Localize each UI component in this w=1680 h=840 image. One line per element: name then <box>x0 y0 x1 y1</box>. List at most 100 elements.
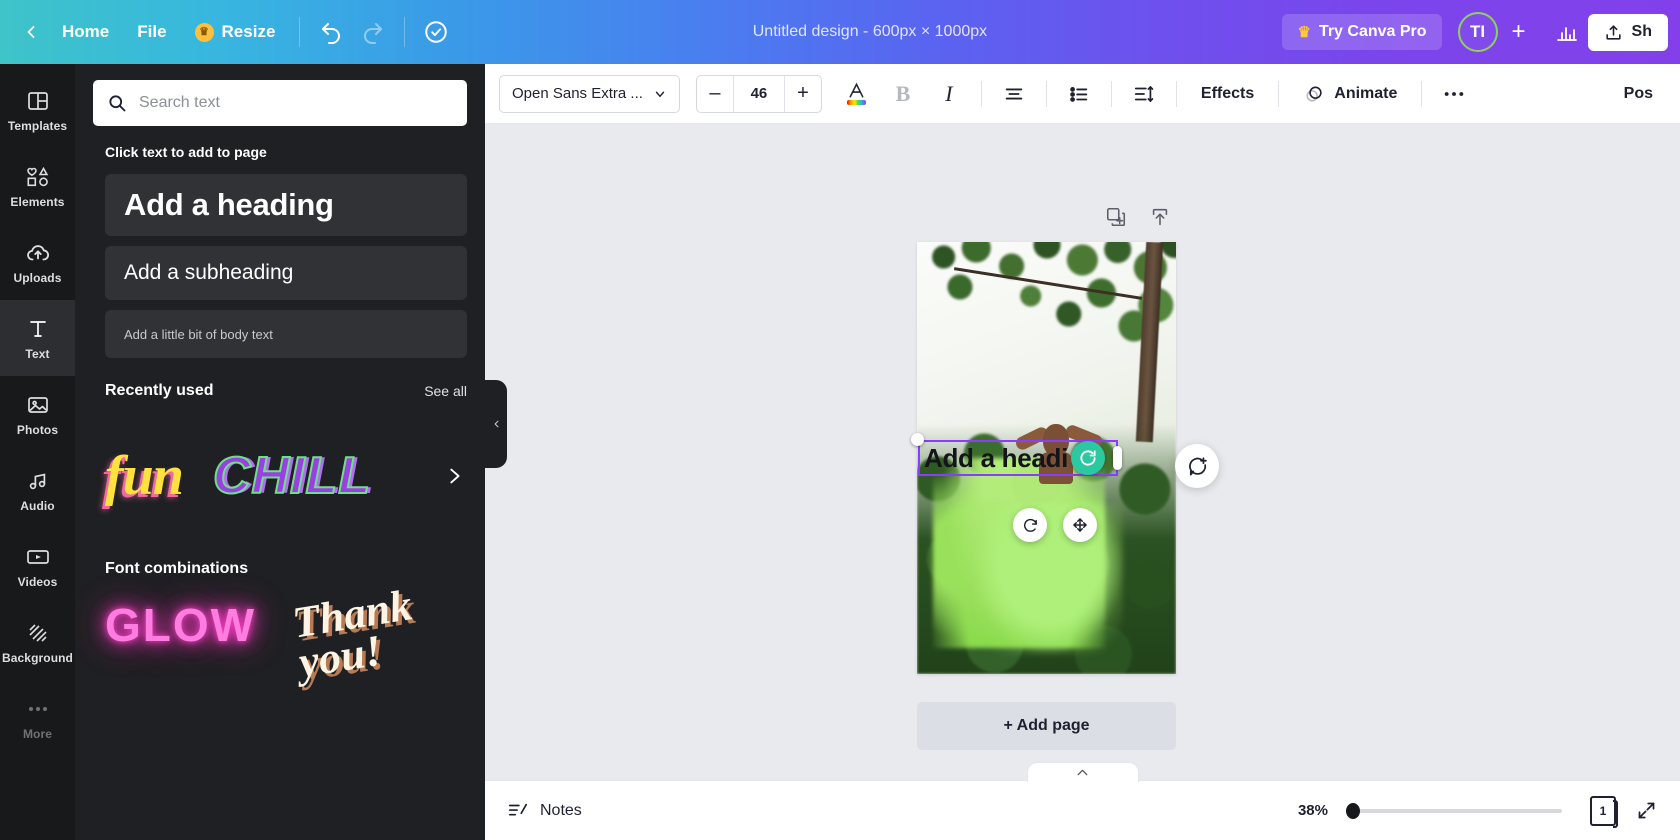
toolbar-separator-2 <box>1046 81 1047 107</box>
add-page-icon[interactable] <box>1149 206 1171 228</box>
sidebar-item-more[interactable]: More <box>0 680 75 756</box>
notes-icon <box>507 800 529 822</box>
panel-collapse-handle[interactable] <box>485 380 507 468</box>
canvas-area[interactable]: Add a headi + <box>485 124 1680 794</box>
recent-item-fun[interactable]: fun <box>105 444 183 508</box>
add-heading-label: Add a heading <box>124 187 334 223</box>
line-spacing-button[interactable] <box>1123 73 1165 115</box>
effects-button[interactable]: Effects <box>1188 76 1267 112</box>
see-all-link[interactable]: See all <box>424 383 467 399</box>
search-wrapper <box>75 64 485 126</box>
bold-button[interactable]: B <box>882 73 924 115</box>
toolbar-separator-1 <box>981 81 982 107</box>
duplicate-page-icon[interactable] <box>1105 206 1127 228</box>
add-page-label: + Add page <box>1003 717 1089 735</box>
bullet-list-icon <box>1068 83 1090 105</box>
plus-icon[interactable]: + <box>1502 15 1536 49</box>
combo-item-thankyou[interactable]: Thank you! <box>290 574 485 684</box>
recently-used-row: fun CHILL <box>75 416 485 536</box>
text-color-button[interactable] <box>836 73 878 115</box>
recently-used-header: Recently used See all <box>75 358 485 400</box>
animate-circles-icon <box>1303 83 1325 105</box>
resize-label: Resize <box>222 22 276 42</box>
floating-element-tools <box>1013 508 1097 542</box>
sidebar-label: Text <box>25 347 49 361</box>
sidebar-item-audio[interactable]: Audio <box>0 452 75 528</box>
sidebar-item-text[interactable]: Text <box>0 300 75 376</box>
italic-button[interactable]: I <box>928 73 970 115</box>
try-canva-pro-button[interactable]: ♛ Try Canva Pro <box>1282 14 1441 50</box>
align-center-icon <box>1003 83 1025 105</box>
resize-button[interactable]: ♛ Resize <box>181 14 290 50</box>
bullet-list-button[interactable] <box>1058 73 1100 115</box>
bold-label: B <box>896 81 911 107</box>
add-subheading-card[interactable]: Add a subheading <box>105 246 467 300</box>
add-subheading-label: Add a subheading <box>124 261 293 285</box>
font-family-select[interactable]: Open Sans Extra ... <box>499 75 680 113</box>
toolbar-separator-6 <box>1421 81 1422 107</box>
move-button[interactable] <box>1063 508 1097 542</box>
ellipsis-icon <box>1443 90 1465 98</box>
search-box[interactable] <box>93 80 467 126</box>
add-page-button[interactable]: + Add page <box>917 702 1176 750</box>
avatar-initials: TI <box>1470 22 1485 42</box>
font-size-increase-button[interactable]: + <box>785 76 821 112</box>
sidebar-label: Elements <box>10 195 64 209</box>
animate-button[interactable]: Animate <box>1290 74 1410 114</box>
chevron-left-icon[interactable] <box>14 15 48 49</box>
more-options-button[interactable] <box>1433 73 1475 115</box>
combo-item-glow[interactable]: GLOW <box>105 598 256 652</box>
sidebar-label: More <box>23 727 52 741</box>
sidebar-item-background[interactable]: Background <box>0 604 75 680</box>
toolbar-separator-3 <box>1111 81 1112 107</box>
sidebar-item-photos[interactable]: Photos <box>0 376 75 452</box>
zoom-slider[interactable] <box>1350 809 1562 813</box>
resize-handle-top-left[interactable] <box>911 433 924 446</box>
chevron-right-icon[interactable] <box>439 461 469 491</box>
sidebar-item-uploads[interactable]: Uploads <box>0 224 75 300</box>
search-input[interactable] <box>139 94 453 112</box>
font-size-decrease-button[interactable]: – <box>697 76 733 112</box>
toolbar-separator-5 <box>1278 81 1279 107</box>
cloud-check-icon[interactable] <box>415 11 457 53</box>
add-body-text-card[interactable]: Add a little bit of body text <box>105 310 467 358</box>
avatar[interactable]: TI <box>1458 12 1498 52</box>
elements-icon <box>25 164 51 190</box>
pages-icon[interactable]: 1 <box>1590 796 1616 826</box>
file-menu-button[interactable]: File <box>123 14 180 50</box>
upload-icon <box>1604 23 1623 42</box>
bar-chart-icon[interactable] <box>1546 11 1588 53</box>
add-heading-card[interactable]: Add a heading <box>105 174 467 236</box>
redo-arrow-icon[interactable] <box>352 11 394 53</box>
notes-button[interactable]: Notes <box>507 800 582 822</box>
chevron-up-icon[interactable] <box>1027 762 1139 782</box>
selected-text-element[interactable]: Add a headi <box>918 440 1118 476</box>
canva-editor: Home File ♛ Resize Untitled design - 600… <box>0 0 1680 840</box>
text-align-button[interactable] <box>993 73 1035 115</box>
rotate-icon[interactable] <box>1071 441 1105 475</box>
sidebar-item-elements[interactable]: Elements <box>0 148 75 224</box>
line-spacing-icon <box>1133 83 1155 105</box>
add-comment-button[interactable] <box>1175 444 1219 488</box>
font-size-input[interactable]: 46 <box>733 76 785 112</box>
position-button[interactable]: Pos <box>1611 76 1666 112</box>
font-size-stepper: – 46 + <box>696 75 822 113</box>
search-icon <box>107 93 127 113</box>
share-button[interactable]: Sh <box>1588 14 1668 51</box>
recent-item-chill[interactable]: CHILL <box>213 446 371 506</box>
sidebar-item-videos[interactable]: Videos <box>0 528 75 604</box>
ellipsis-icon <box>25 696 51 722</box>
resize-handle-right[interactable] <box>1113 446 1122 470</box>
home-label: Home <box>62 22 109 42</box>
rotate-button[interactable] <box>1013 508 1047 542</box>
sidebar-item-templates[interactable]: Templates <box>0 72 75 148</box>
top-navigation-bar: Home File ♛ Resize Untitled design - 600… <box>0 0 1680 64</box>
chevron-down-icon <box>653 87 667 101</box>
design-title[interactable]: Untitled design - 600px × 1000px <box>743 17 997 47</box>
undo-arrow-icon[interactable] <box>310 11 352 53</box>
home-button[interactable]: Home <box>48 14 123 50</box>
expand-icon[interactable] <box>1636 800 1658 822</box>
left-rail: Templates Elements Uploads Text Photos <box>0 64 75 840</box>
zoom-level-label[interactable]: 38% <box>1298 802 1328 819</box>
zoom-slider-knob[interactable] <box>1346 803 1360 819</box>
